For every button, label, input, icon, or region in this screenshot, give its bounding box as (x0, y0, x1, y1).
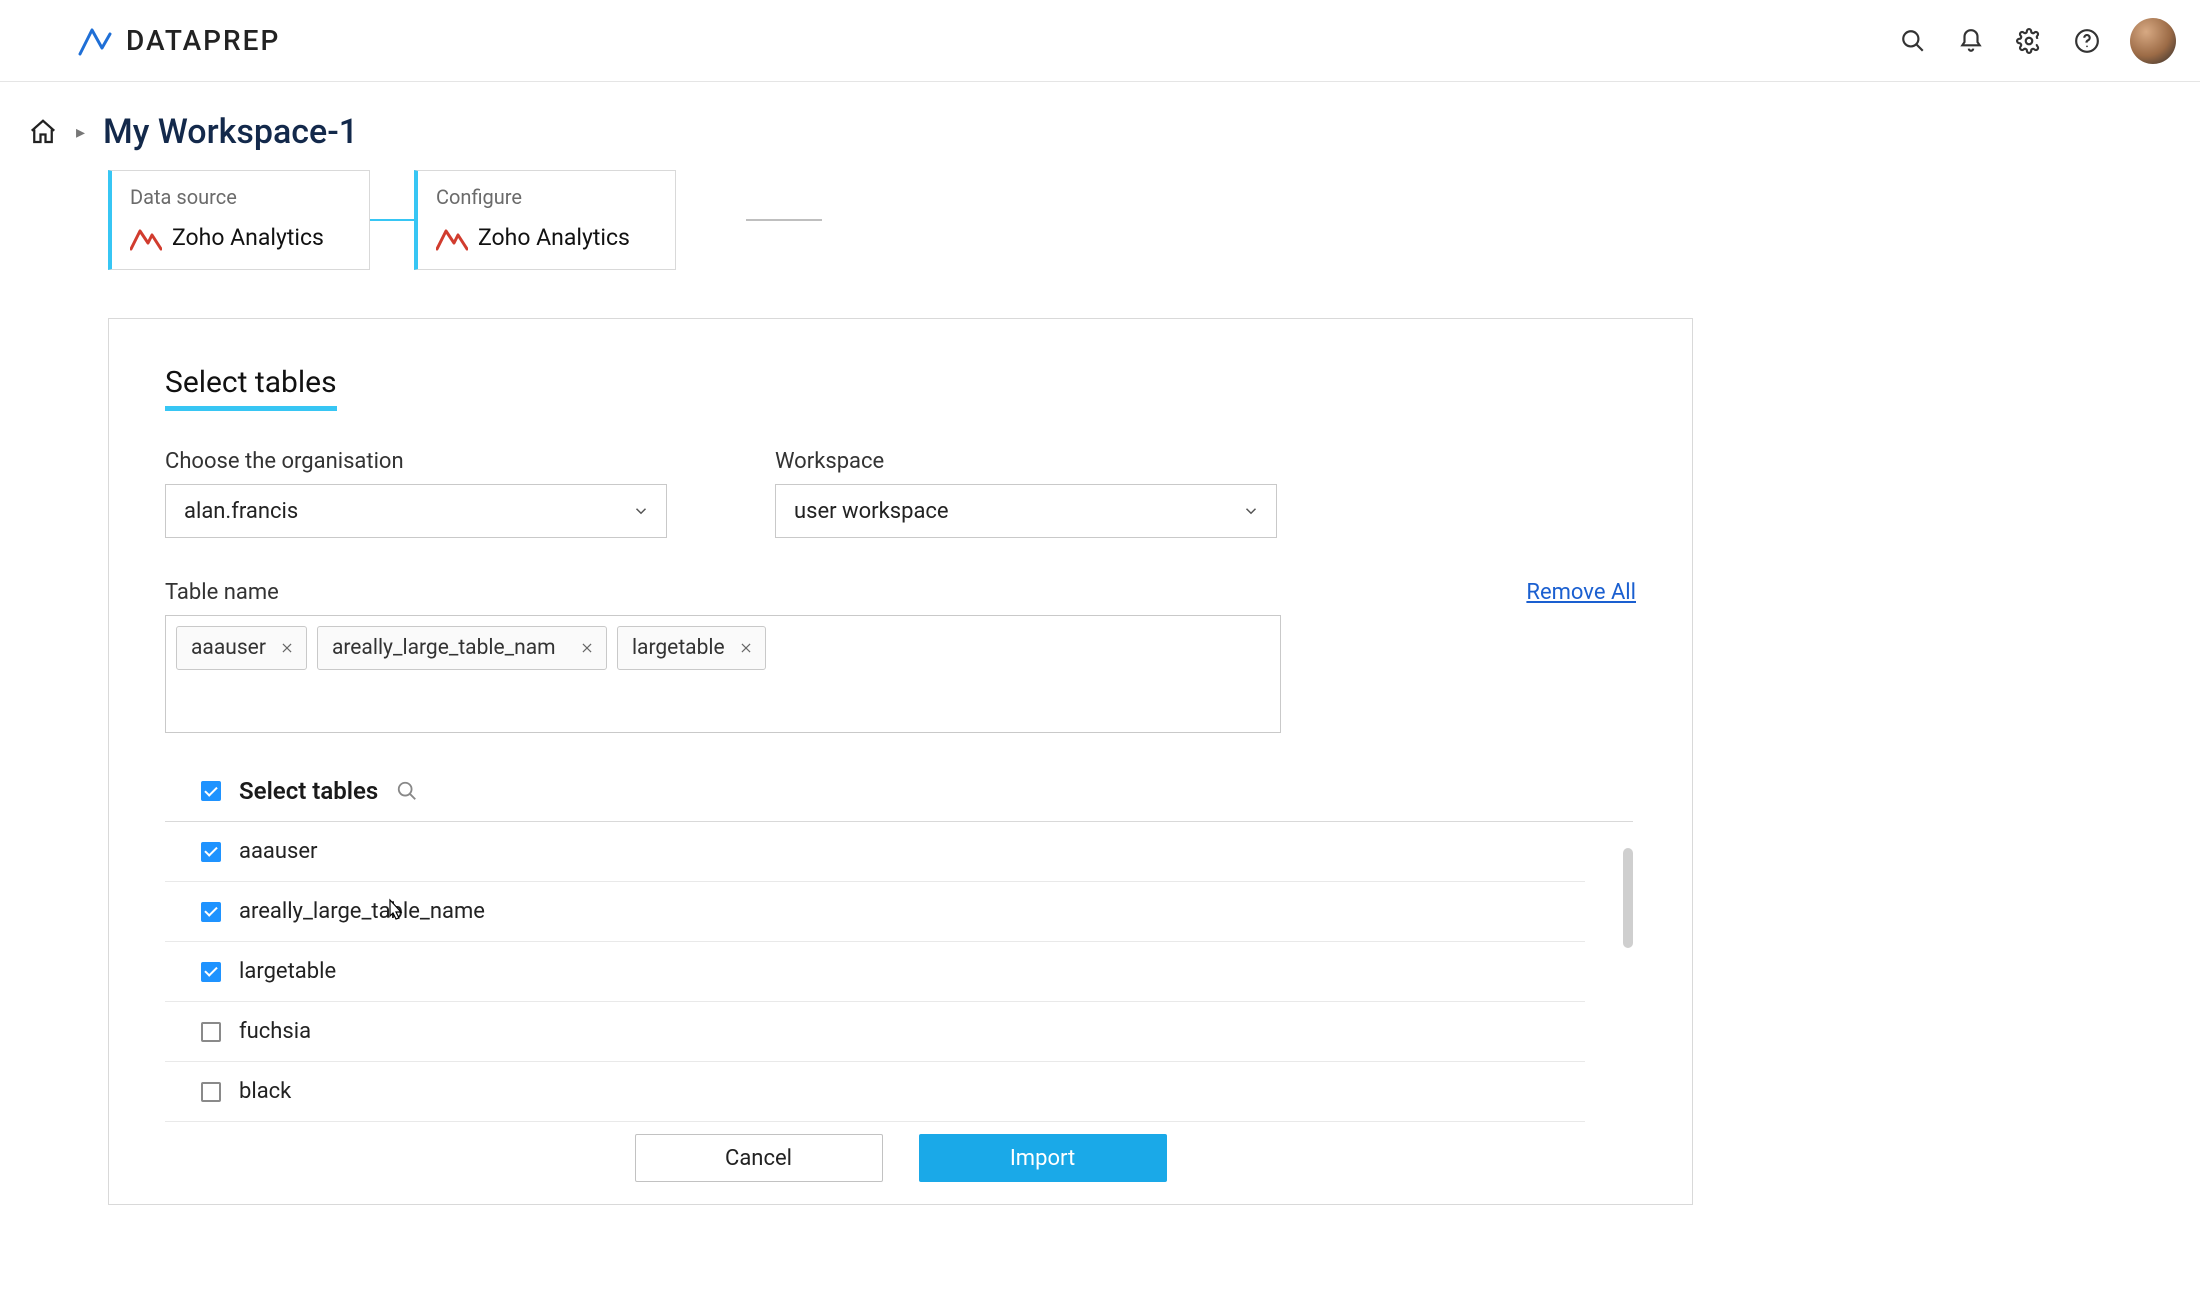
brand-name: DATAPREP (126, 24, 280, 57)
home-icon[interactable] (28, 117, 58, 147)
table-row[interactable]: fuchsia (165, 1002, 1585, 1062)
step-stub (746, 219, 822, 221)
workspace-label: Workspace (775, 449, 1277, 474)
org-label: Choose the organisation (165, 449, 667, 474)
table-checkbox[interactable] (201, 842, 221, 862)
panel-title: Select tables (165, 365, 337, 411)
cancel-button[interactable]: Cancel (635, 1134, 883, 1182)
table-chip: aaauser (176, 626, 307, 670)
table-row[interactable]: largetable (165, 942, 1585, 1002)
step-card-data-source[interactable]: Data source Zoho Analytics (108, 170, 370, 270)
table-name-chipbox[interactable]: aaauser areally_large_table_nam largetable (165, 615, 1281, 733)
scrollbar[interactable] (1623, 848, 1633, 948)
breadcrumb: ▸ My Workspace-1 (0, 82, 2200, 170)
step-connector (370, 219, 414, 221)
step-card-configure[interactable]: Configure Zoho Analytics (414, 170, 676, 270)
table-checkbox[interactable] (201, 1022, 221, 1042)
chevron-down-icon (1242, 502, 1260, 520)
import-button[interactable]: Import (919, 1134, 1167, 1182)
table-checkbox[interactable] (201, 962, 221, 982)
step-source: Zoho Analytics (172, 224, 324, 251)
table-name: black (239, 1079, 291, 1104)
org-select[interactable]: alan.francis (165, 484, 667, 538)
help-icon[interactable] (2072, 26, 2102, 56)
search-icon[interactable] (1898, 26, 1928, 56)
chip-label: aaauser (191, 636, 266, 660)
close-icon[interactable] (280, 641, 294, 655)
table-name: aaauser (239, 839, 318, 864)
table-chip: largetable (617, 626, 766, 670)
table-name: fuchsia (239, 1019, 311, 1044)
table-checkbox[interactable] (201, 1082, 221, 1102)
close-icon[interactable] (739, 641, 753, 655)
dataprep-logo-icon (78, 26, 112, 56)
close-icon[interactable] (580, 641, 594, 655)
workspace-select[interactable]: user workspace (775, 484, 1277, 538)
table-list-title: Select tables (239, 777, 378, 805)
zoho-analytics-icon (130, 223, 162, 251)
chip-label: areally_large_table_nam (332, 636, 556, 660)
step-source: Zoho Analytics (478, 224, 630, 251)
table-row[interactable]: aaauser (165, 822, 1585, 882)
table-chip: areally_large_table_nam (317, 626, 607, 670)
search-icon[interactable] (396, 780, 418, 802)
table-name: areally_large_table_name (239, 899, 485, 924)
select-tables-panel: Select tables Choose the organisation al… (108, 318, 1693, 1205)
breadcrumb-separator: ▸ (76, 122, 85, 143)
brand-logo[interactable]: DATAPREP (78, 24, 280, 57)
chip-label: largetable (632, 636, 725, 660)
workspace-title[interactable]: My Workspace-1 (103, 112, 358, 152)
remove-all-link[interactable]: Remove All (1526, 580, 1636, 605)
zoho-analytics-icon (436, 223, 468, 251)
apps-grid-icon[interactable] (24, 26, 54, 56)
step-label: Data source (130, 185, 351, 209)
org-value: alan.francis (184, 499, 298, 524)
avatar[interactable] (2130, 18, 2176, 64)
bell-icon[interactable] (1956, 26, 1986, 56)
table-row[interactable]: areally_large_table_name (165, 882, 1585, 942)
table-checkbox[interactable] (201, 902, 221, 922)
chevron-down-icon (632, 502, 650, 520)
table-name-label: Table name (165, 580, 279, 605)
table-row[interactable]: black (165, 1062, 1585, 1122)
select-all-checkbox[interactable] (201, 781, 221, 801)
gear-icon[interactable] (2014, 26, 2044, 56)
workspace-value: user workspace (794, 499, 949, 524)
table-name: largetable (239, 959, 336, 984)
step-label: Configure (436, 185, 657, 209)
